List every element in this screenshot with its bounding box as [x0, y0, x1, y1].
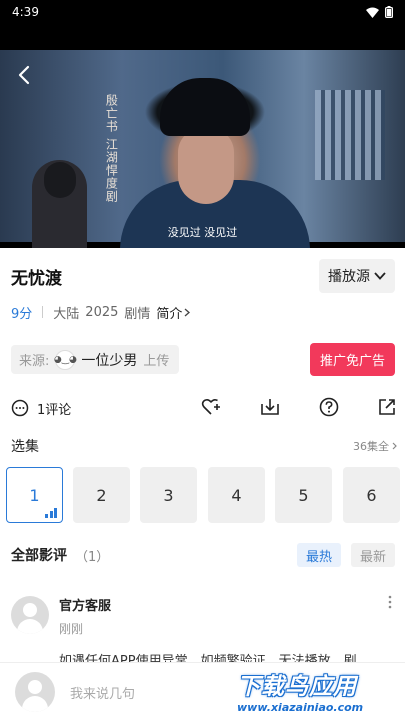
download-icon[interactable]	[259, 396, 281, 418]
episodes-title: 选集	[11, 439, 39, 455]
chevron-down-icon	[374, 272, 386, 280]
genre: 剧情	[124, 306, 151, 322]
episodes-all-link[interactable]: 36集全	[353, 438, 397, 454]
comment-author[interactable]: 官方客服	[59, 595, 111, 614]
episode-number: 1	[29, 485, 40, 505]
uploader-name: 一位少男	[81, 352, 138, 369]
episode-number: 6	[366, 485, 377, 505]
video-frame: 殷亡书 江湖悍度剧	[0, 50, 405, 248]
episode-button-5[interactable]: 5	[275, 467, 332, 523]
episode-number: 2	[96, 485, 107, 505]
sort-hot-tab[interactable]: 最热	[297, 543, 341, 567]
more-vertical-icon[interactable]	[385, 594, 395, 610]
watermark-logo: 下载鸟应用 www.xiazainiao.com	[233, 663, 403, 720]
page-title: 无忧渡	[11, 268, 62, 289]
comment-count: 1评论	[37, 402, 72, 418]
video-subtitle: 没见过 没见过	[167, 226, 238, 239]
back-icon[interactable]	[14, 64, 36, 86]
chevron-right-icon	[392, 442, 397, 450]
episode-button-6[interactable]: 6	[343, 467, 400, 523]
comment-time: 刚刚	[59, 622, 84, 636]
uploader-suffix: 上传	[143, 354, 170, 369]
source-button[interactable]: 播放源	[319, 259, 395, 293]
reviews-header: 全部影评 （1） 最热 最新	[11, 543, 395, 567]
uploader-prefix: 来源:	[19, 354, 50, 369]
episode-button-2[interactable]: 2	[73, 467, 130, 523]
score: 9分	[11, 306, 33, 322]
meta-info: 9分 大陆 2025 剧情 简介	[11, 302, 191, 322]
watermark-title: 下载鸟应用	[237, 674, 357, 700]
uploader-info[interactable]: 来源: ◕‿◕ 一位少男 上传	[11, 345, 180, 374]
battery-icon	[385, 6, 393, 18]
wifi-icon	[366, 7, 379, 18]
uploader-avatar: ◕‿◕	[54, 349, 77, 370]
comment-icon	[11, 399, 29, 417]
episode-number: 3	[163, 485, 174, 505]
sort-new-tab[interactable]: 最新	[351, 543, 395, 567]
intro-link[interactable]: 简介	[156, 303, 191, 322]
episode-number: 4	[231, 485, 242, 505]
episode-list: 1 2 3 4 5 6	[6, 467, 405, 523]
video-player[interactable]: 殷亡书 江湖悍度剧 没见过 没见过	[0, 24, 405, 248]
status-bar: 4:39	[0, 0, 405, 24]
promo-ad-free-button[interactable]: 推广免广告	[310, 343, 395, 376]
comment-item: 官方客服 刚刚 如遇任何APP使用异常，如频繁验证、无法播放、剧	[11, 592, 401, 667]
my-avatar	[15, 672, 55, 712]
avatar[interactable]	[11, 596, 49, 634]
title-row: 无忧渡 播放源	[11, 258, 395, 294]
help-icon[interactable]	[318, 396, 340, 418]
reviews-count: （1）	[75, 549, 110, 565]
episodes-header: 选集 36集全	[11, 436, 397, 456]
video-calligraphy: 殷亡书 江湖悍度剧	[104, 94, 119, 203]
share-icon[interactable]	[376, 396, 398, 418]
comment-input[interactable]: 我来说几句	[70, 683, 135, 702]
source-button-label: 播放源	[328, 269, 370, 285]
episode-button-3[interactable]: 3	[140, 467, 197, 523]
episode-number: 5	[298, 485, 309, 505]
playing-bars-icon	[45, 508, 57, 518]
comment-input-bar: 我来说几句 下载鸟应用 www.xiazainiao.com	[0, 662, 405, 720]
watermark-url: www.xiazainiao.com	[237, 701, 364, 714]
action-bar: 1评论	[11, 396, 397, 420]
reviews-title: 全部影评	[11, 548, 67, 564]
status-time: 4:39	[12, 5, 39, 19]
divider	[42, 306, 44, 318]
episode-button-1[interactable]: 1	[6, 467, 63, 523]
favorite-heart-icon[interactable]	[200, 396, 222, 418]
episodes-all-label: 36集全	[353, 440, 389, 453]
intro-label: 简介	[156, 306, 183, 322]
region: 大陆	[53, 306, 80, 322]
year: 2025	[85, 304, 119, 320]
episode-button-4[interactable]: 4	[208, 467, 265, 523]
comment-action[interactable]: 1评论	[11, 399, 71, 418]
chevron-right-icon	[184, 308, 191, 316]
